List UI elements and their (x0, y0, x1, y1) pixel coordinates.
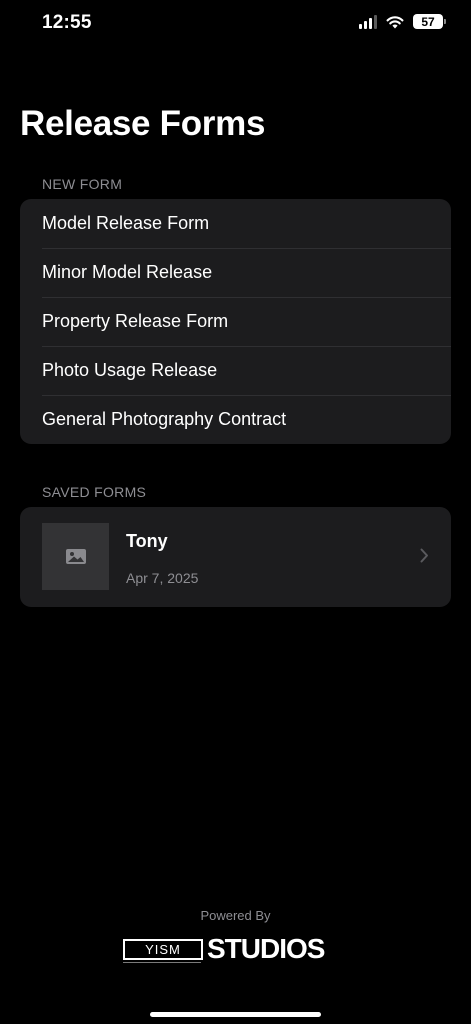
yism-studios-logo: YISM STUDIOS (123, 933, 347, 965)
new-form-item-photo-usage-release[interactable]: Photo Usage Release (20, 346, 451, 395)
chevron-right-icon (420, 548, 428, 563)
new-form-item-property-release[interactable]: Property Release Form (20, 297, 451, 346)
new-form-item-model-release[interactable]: Model Release Form (20, 199, 451, 248)
saved-forms-list: Tony Apr 7, 2025 (20, 507, 451, 607)
saved-forms-section-label: SAVED FORMS (42, 484, 147, 500)
cellular-signal-icon (359, 14, 377, 29)
page-title: Release Forms (20, 104, 266, 143)
logo-underline (123, 962, 201, 963)
home-indicator[interactable] (150, 1012, 321, 1017)
new-form-list: Model Release Form Minor Model Release P… (20, 199, 451, 444)
battery-icon: 57 (413, 14, 446, 29)
saved-form-date: Apr 7, 2025 (126, 570, 199, 586)
new-form-item-minor-model-release[interactable]: Minor Model Release (20, 248, 451, 297)
logo-word: STUDIOS (207, 933, 325, 964)
saved-form-thumbnail (42, 523, 109, 590)
status-bar: 12:55 57 (0, 0, 471, 48)
status-time: 12:55 (42, 12, 92, 33)
wifi-icon (386, 15, 404, 29)
powered-by-label: Powered By (200, 908, 271, 923)
saved-form-item[interactable]: Tony Apr 7, 2025 (20, 507, 451, 607)
new-form-item-general-photography-contract[interactable]: General Photography Contract (20, 395, 451, 444)
logo-box-text: YISM (123, 939, 203, 960)
image-placeholder-icon (65, 549, 86, 564)
new-form-section-label: NEW FORM (42, 176, 123, 192)
saved-form-name: Tony (126, 531, 168, 551)
status-icons: 57 (359, 14, 446, 29)
